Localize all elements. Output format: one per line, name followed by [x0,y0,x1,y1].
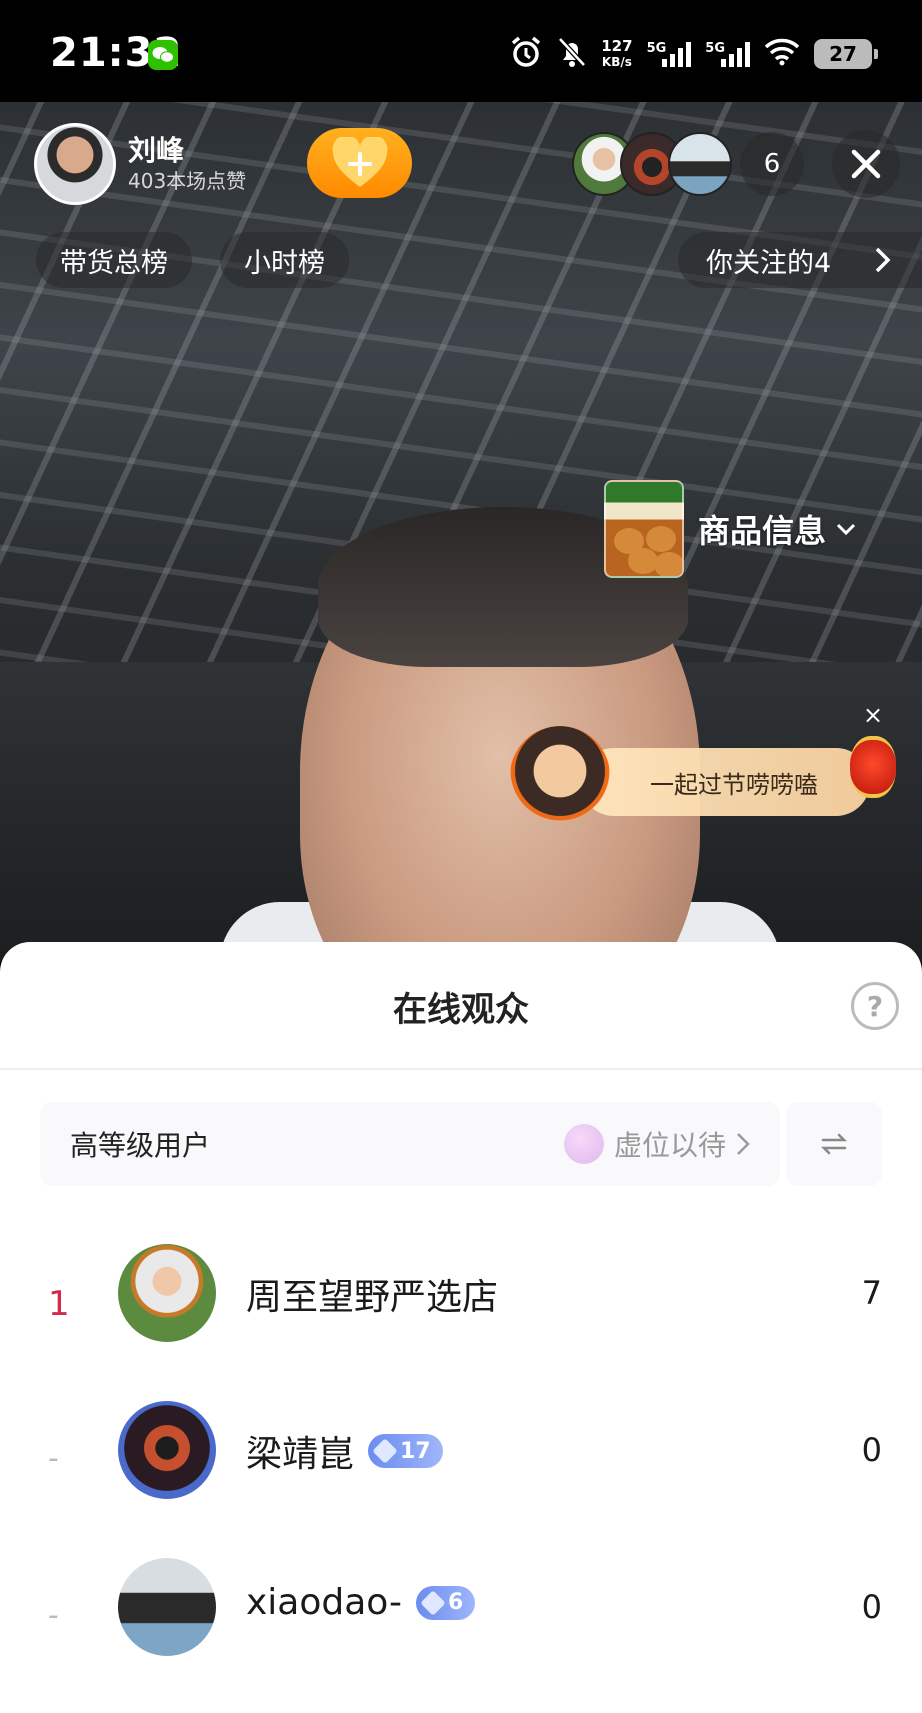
anchor-name: 刘峰 [128,134,185,167]
viewer-count[interactable]: 6 [740,132,804,196]
online-audience-sheet: 在线观众 ? 高等级用户 虚位以待 1 周至望野严选店 7 - 梁靖崑 17 0… [0,942,922,1713]
festival-close-icon[interactable]: × [860,702,886,728]
chevron-right-icon [737,1133,750,1155]
anchor-likes: 403本场点赞 [128,169,247,193]
product-thumbnail[interactable] [604,480,684,578]
diamond-icon [420,1589,446,1616]
viewer-avatar[interactable] [668,132,732,196]
mute-icon [557,36,587,72]
audience-name: 周至望野严选店 [246,1277,499,1318]
net-speed-unit: KB/s [601,55,632,69]
level-badge-value: 17 [400,1438,431,1464]
audience-name: 梁靖崑 [246,1434,355,1475]
alarm-icon [509,35,543,73]
close-live-button[interactable] [832,130,900,198]
festival-banner[interactable]: 一起过节唠唠嗑 [510,712,900,832]
anchor-info[interactable]: 刘峰 403本场点赞 [34,122,246,206]
festival-text: 一起过节唠唠嗑 [650,770,818,799]
product-info[interactable]: 商品信息 [604,470,874,588]
audience-row[interactable]: 1 周至望野严选店 7 [0,1236,922,1393]
audience-score: 0 [861,1588,882,1626]
swap-icon [821,1133,847,1155]
status-bar: 21:32 127 KB/s 5G 5G 27 [0,0,922,102]
level-badge: 17 [368,1434,443,1468]
hourly-rank-label: 小时榜 [244,247,325,279]
sheet-title: 在线观众 [393,990,529,1030]
sales-rank-chip[interactable]: 带货总榜 [36,232,192,288]
audience-score: 7 [861,1274,882,1312]
close-icon [851,149,881,179]
vacant-avatar-icon [563,1124,604,1164]
vacant-label: 虚位以待 [613,1129,726,1162]
lantern-icon [850,736,896,798]
vacant-slot[interactable]: 虚位以待 [563,1124,750,1164]
audience-row[interactable]: - xiaodao- 6 0 [0,1550,922,1707]
audience-name: xiaodao- [246,1582,402,1623]
battery-icon: 27 [814,39,878,69]
status-icons: 127 KB/s 5G 5G 27 [509,34,878,74]
help-icon[interactable]: ? [851,982,899,1030]
audience-avatar[interactable] [118,1244,216,1342]
chevron-down-icon [836,523,856,536]
level-badge-value: 6 [448,1590,464,1615]
signal-icon: 5G [705,41,750,67]
hourly-rank-chip[interactable]: 小时榜 [220,232,349,288]
product-label: 商品信息 [698,512,827,550]
high-level-users-card[interactable]: 高等级用户 虚位以待 [40,1102,780,1186]
level-badge: 6 [416,1585,476,1620]
diamond-icon [372,1438,398,1464]
net-speed-value: 127 [601,37,633,55]
high-level-label: 高等级用户 [70,1129,211,1162]
wechat-icon [148,40,178,70]
audience-list: 1 周至望野严选店 7 - 梁靖崑 17 0 - xiaodao- 6 0 [0,1236,922,1707]
festival-pill[interactable]: 一起过节唠唠嗑 [580,748,870,816]
following-chip[interactable]: 你关注的4 [678,232,922,288]
swap-button[interactable] [786,1102,882,1186]
audience-avatar[interactable] [118,1558,216,1656]
audience-rank: - [48,1441,59,1476]
chevron-right-icon [875,247,891,273]
net-speed: 127 KB/s [601,38,632,70]
anchor-avatar[interactable] [34,123,116,205]
signal-icon: 5G [647,41,692,67]
audience-rank: 1 [48,1284,70,1324]
following-label: 你关注的4 [706,247,832,279]
audience-rank: - [48,1598,59,1633]
wifi-icon [764,38,800,70]
sheet-divider [0,1068,922,1070]
cat-mascot-icon [510,726,610,826]
heart-plus-icon [332,137,387,187]
audience-score: 0 [861,1431,882,1469]
sales-rank-label: 带货总榜 [60,247,168,279]
follow-button[interactable] [307,128,412,198]
audience-row[interactable]: - 梁靖崑 17 0 [0,1393,922,1550]
audience-avatar[interactable] [118,1401,216,1499]
